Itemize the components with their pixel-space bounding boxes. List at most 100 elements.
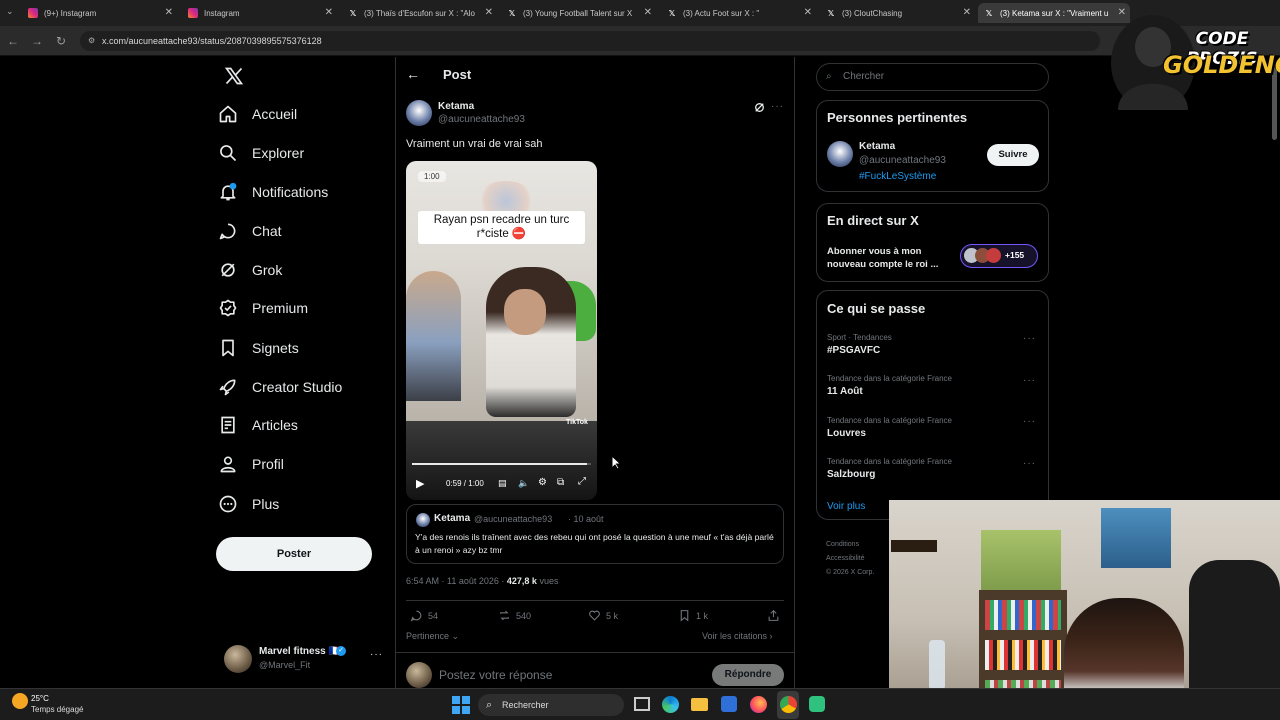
repost-icon — [500, 610, 509, 621]
sidebar-item-notifications[interactable]: Notifications — [218, 174, 328, 210]
forward-icon[interactable]: → — [28, 32, 46, 50]
close-icon[interactable]: ✕ — [963, 7, 971, 18]
view-quotes-label: Voir les citations — [702, 631, 768, 641]
footer-link-terms[interactable]: Conditions — [826, 538, 874, 552]
sidebar-item-grok[interactable]: Grok — [218, 252, 282, 288]
person-bio-hashtag[interactable]: #FuckLeSystème — [859, 171, 936, 182]
browser-tab[interactable]: 𝕏 (3) Young Football Talent sur X ✕ — [501, 3, 656, 23]
reply-button[interactable]: 54 — [410, 609, 438, 622]
close-icon[interactable]: ✕ — [165, 7, 173, 18]
close-icon[interactable]: ✕ — [485, 7, 493, 18]
person-face — [504, 289, 546, 335]
captions-icon[interactable]: ▤ — [498, 478, 507, 489]
sidebar-item-creator-studio[interactable]: Creator Studio — [218, 369, 342, 405]
weather-temp[interactable]: 25°C — [31, 694, 49, 703]
browser-tab[interactable]: 𝕏 (3) Actu Foot sur X : " ✕ — [661, 3, 816, 23]
close-icon[interactable]: ✕ — [804, 7, 812, 18]
x-icon: 𝕏 — [668, 8, 676, 18]
sidebar-item-articles[interactable]: Articles — [218, 407, 298, 443]
close-icon[interactable]: ✕ — [644, 7, 652, 18]
video-player[interactable]: 1:00 Rayan psn recadre un turc r*ciste ⛔… — [406, 161, 597, 500]
author-avatar[interactable] — [406, 100, 432, 126]
author-handle[interactable]: @aucuneattache93 — [438, 114, 525, 125]
search-input[interactable]: ⌕ Chercher — [816, 63, 1049, 91]
reply-submit-button[interactable]: Répondre — [712, 664, 784, 686]
browser-tab[interactable]: 𝕏 (3) Thaïs d'Escufon sur X : "Alo ✕ — [342, 3, 497, 23]
person-handle[interactable]: @aucuneattache93 — [859, 155, 946, 166]
fullscreen-icon[interactable]: ⤢ — [578, 476, 586, 487]
reply-input[interactable]: Postez votre réponse — [439, 668, 552, 682]
sidebar-item-bookmarks[interactable]: Signets — [218, 330, 299, 366]
firefox-icon[interactable] — [750, 696, 767, 713]
trend-category: Sport · Tendances — [827, 333, 892, 342]
windows-start-icon[interactable] — [452, 696, 470, 714]
bookmark-button[interactable]: 1 k — [678, 609, 708, 622]
tab-menu-icon[interactable]: ⌄ — [6, 6, 14, 17]
repost-button[interactable]: 540 — [498, 609, 531, 622]
more-options-icon[interactable]: ··· — [1023, 333, 1036, 344]
sidebar-item-label: Notifications — [252, 184, 329, 200]
sidebar-item-premium[interactable]: Premium — [218, 290, 308, 326]
back-arrow-icon[interactable]: ← — [406, 66, 420, 82]
file-explorer-icon[interactable] — [691, 698, 708, 711]
water-bottle — [929, 640, 945, 690]
edge-icon[interactable] — [662, 696, 679, 713]
view-quotes-link[interactable]: Voir les citations › — [702, 631, 773, 641]
task-view-icon[interactable] — [634, 697, 650, 711]
verified-icon: ✓ — [336, 646, 346, 656]
x-logo-icon[interactable] — [224, 66, 244, 86]
reload-icon[interactable]: ↻ — [52, 32, 70, 50]
more-options-icon[interactable]: ··· — [1023, 375, 1036, 386]
footer-links: Conditions Accessibilité © 2026 X Corp. — [826, 538, 874, 580]
volume-icon[interactable]: 🔈 — [518, 478, 529, 489]
weather-icon[interactable] — [12, 693, 28, 709]
post-button[interactable]: Poster — [216, 537, 372, 571]
live-text[interactable]: Abonner vous à mon nouveau compte le roi… — [827, 245, 938, 271]
avatar[interactable] — [827, 141, 853, 167]
footer-link-accessibility[interactable]: Accessibilité — [826, 552, 874, 566]
video-progress-track[interactable] — [412, 463, 591, 465]
profile-icon — [220, 456, 236, 473]
grok-icon[interactable] — [753, 101, 766, 114]
more-options-icon[interactable]: ··· — [771, 101, 784, 112]
more-options-icon[interactable]: ··· — [1023, 416, 1036, 427]
back-icon[interactable]: ← — [4, 32, 22, 50]
sort-dropdown[interactable]: Pertinence ⌄ — [406, 631, 459, 642]
pip-icon[interactable]: ⧉ — [557, 477, 564, 488]
divider — [406, 600, 784, 601]
account-switcher[interactable]: Marvel fitness 🇫🇷 ✓ @Marvel_Fit ··· — [224, 643, 384, 677]
author-name[interactable]: Ketama — [438, 101, 474, 112]
browser-tab[interactable]: 𝕏 (3) CloutChasing ✕ — [820, 3, 975, 23]
person-name[interactable]: Ketama — [859, 141, 895, 152]
more-options-icon[interactable]: ··· — [370, 649, 383, 660]
close-icon[interactable]: ✕ — [325, 7, 333, 18]
taskbar-search[interactable]: ⌕ Rechercher — [478, 694, 624, 716]
tab-title: (9+) Instagram — [44, 8, 97, 18]
sidebar-item-chat[interactable]: Chat — [218, 213, 282, 249]
weather-text[interactable]: Temps dégagé — [31, 705, 83, 714]
store-icon[interactable] — [721, 696, 737, 712]
share-icon[interactable] — [767, 609, 780, 622]
browser-tab[interactable]: Instagram ✕ — [182, 3, 337, 23]
show-more-link[interactable]: Voir plus — [827, 501, 865, 512]
live-participants[interactable]: +155 — [960, 244, 1038, 268]
like-button[interactable]: 5 k — [588, 609, 618, 622]
card-title: Ce qui se passe — [827, 301, 926, 316]
live-card: En direct sur X Abonner vous à mon nouve… — [816, 203, 1049, 282]
sidebar-item-more[interactable]: Plus — [218, 486, 279, 522]
site-info-icon[interactable]: ⚙ — [88, 31, 95, 51]
bookmark-icon — [680, 610, 689, 622]
url-field[interactable]: ⚙ x.com/aucuneattache93/status/208703989… — [80, 31, 1100, 51]
more-options-icon[interactable]: ··· — [1023, 458, 1036, 469]
sidebar-item-explore[interactable]: Explorer — [218, 135, 304, 171]
app-icon[interactable] — [809, 696, 825, 712]
play-icon[interactable]: ▶ — [416, 477, 424, 490]
sidebar-item-profile[interactable]: Profil — [218, 446, 284, 482]
browser-tab[interactable]: (9+) Instagram ✕ — [22, 3, 177, 23]
grok-icon — [221, 263, 235, 277]
quoted-post[interactable]: Ketama @aucuneattache93 · 10 août Y'a de… — [406, 504, 784, 564]
sidebar-item-home[interactable]: Accueil — [218, 96, 297, 132]
settings-icon[interactable]: ⚙ — [538, 477, 547, 488]
follow-button[interactable]: Suivre — [987, 144, 1039, 166]
chrome-icon[interactable] — [780, 696, 797, 713]
